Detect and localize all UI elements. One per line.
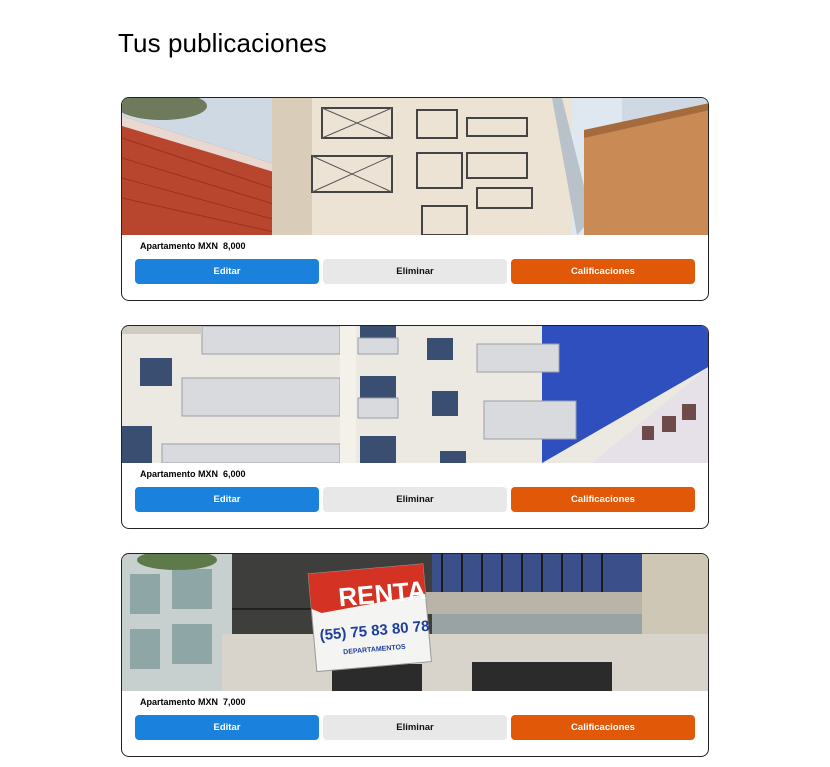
edit-button[interactable]: Editar — [135, 259, 319, 284]
listing-card: Apartamento MXN 8,000 Editar Eliminar Ca… — [121, 97, 709, 301]
delete-button[interactable]: Eliminar — [323, 715, 507, 740]
delete-button[interactable]: Eliminar — [323, 487, 507, 512]
ratings-button[interactable]: Calificaciones — [511, 715, 695, 740]
page-title: Tus publicaciones — [118, 28, 327, 58]
edit-button[interactable]: Editar — [135, 487, 319, 512]
listing-photo[interactable] — [122, 326, 708, 463]
listing-photo[interactable]: RENTA (55) 75 83 80 78 DEPARTAMENTOS — [122, 554, 708, 691]
listing-card: RENTA (55) 75 83 80 78 DEPARTAMENTOS Apa… — [121, 553, 709, 757]
listing-info: Apartamento MXN 7,000 — [140, 697, 246, 707]
ratings-button[interactable]: Calificaciones — [511, 259, 695, 284]
listing-photo[interactable] — [122, 98, 708, 235]
listing-info: Apartamento MXN 6,000 — [140, 469, 246, 479]
edit-button[interactable]: Editar — [135, 715, 319, 740]
listing-info: Apartamento MXN 8,000 — [140, 241, 246, 251]
delete-button[interactable]: Eliminar — [323, 259, 507, 284]
ratings-button[interactable]: Calificaciones — [511, 487, 695, 512]
listing-card: Apartamento MXN 6,000 Editar Eliminar Ca… — [121, 325, 709, 529]
